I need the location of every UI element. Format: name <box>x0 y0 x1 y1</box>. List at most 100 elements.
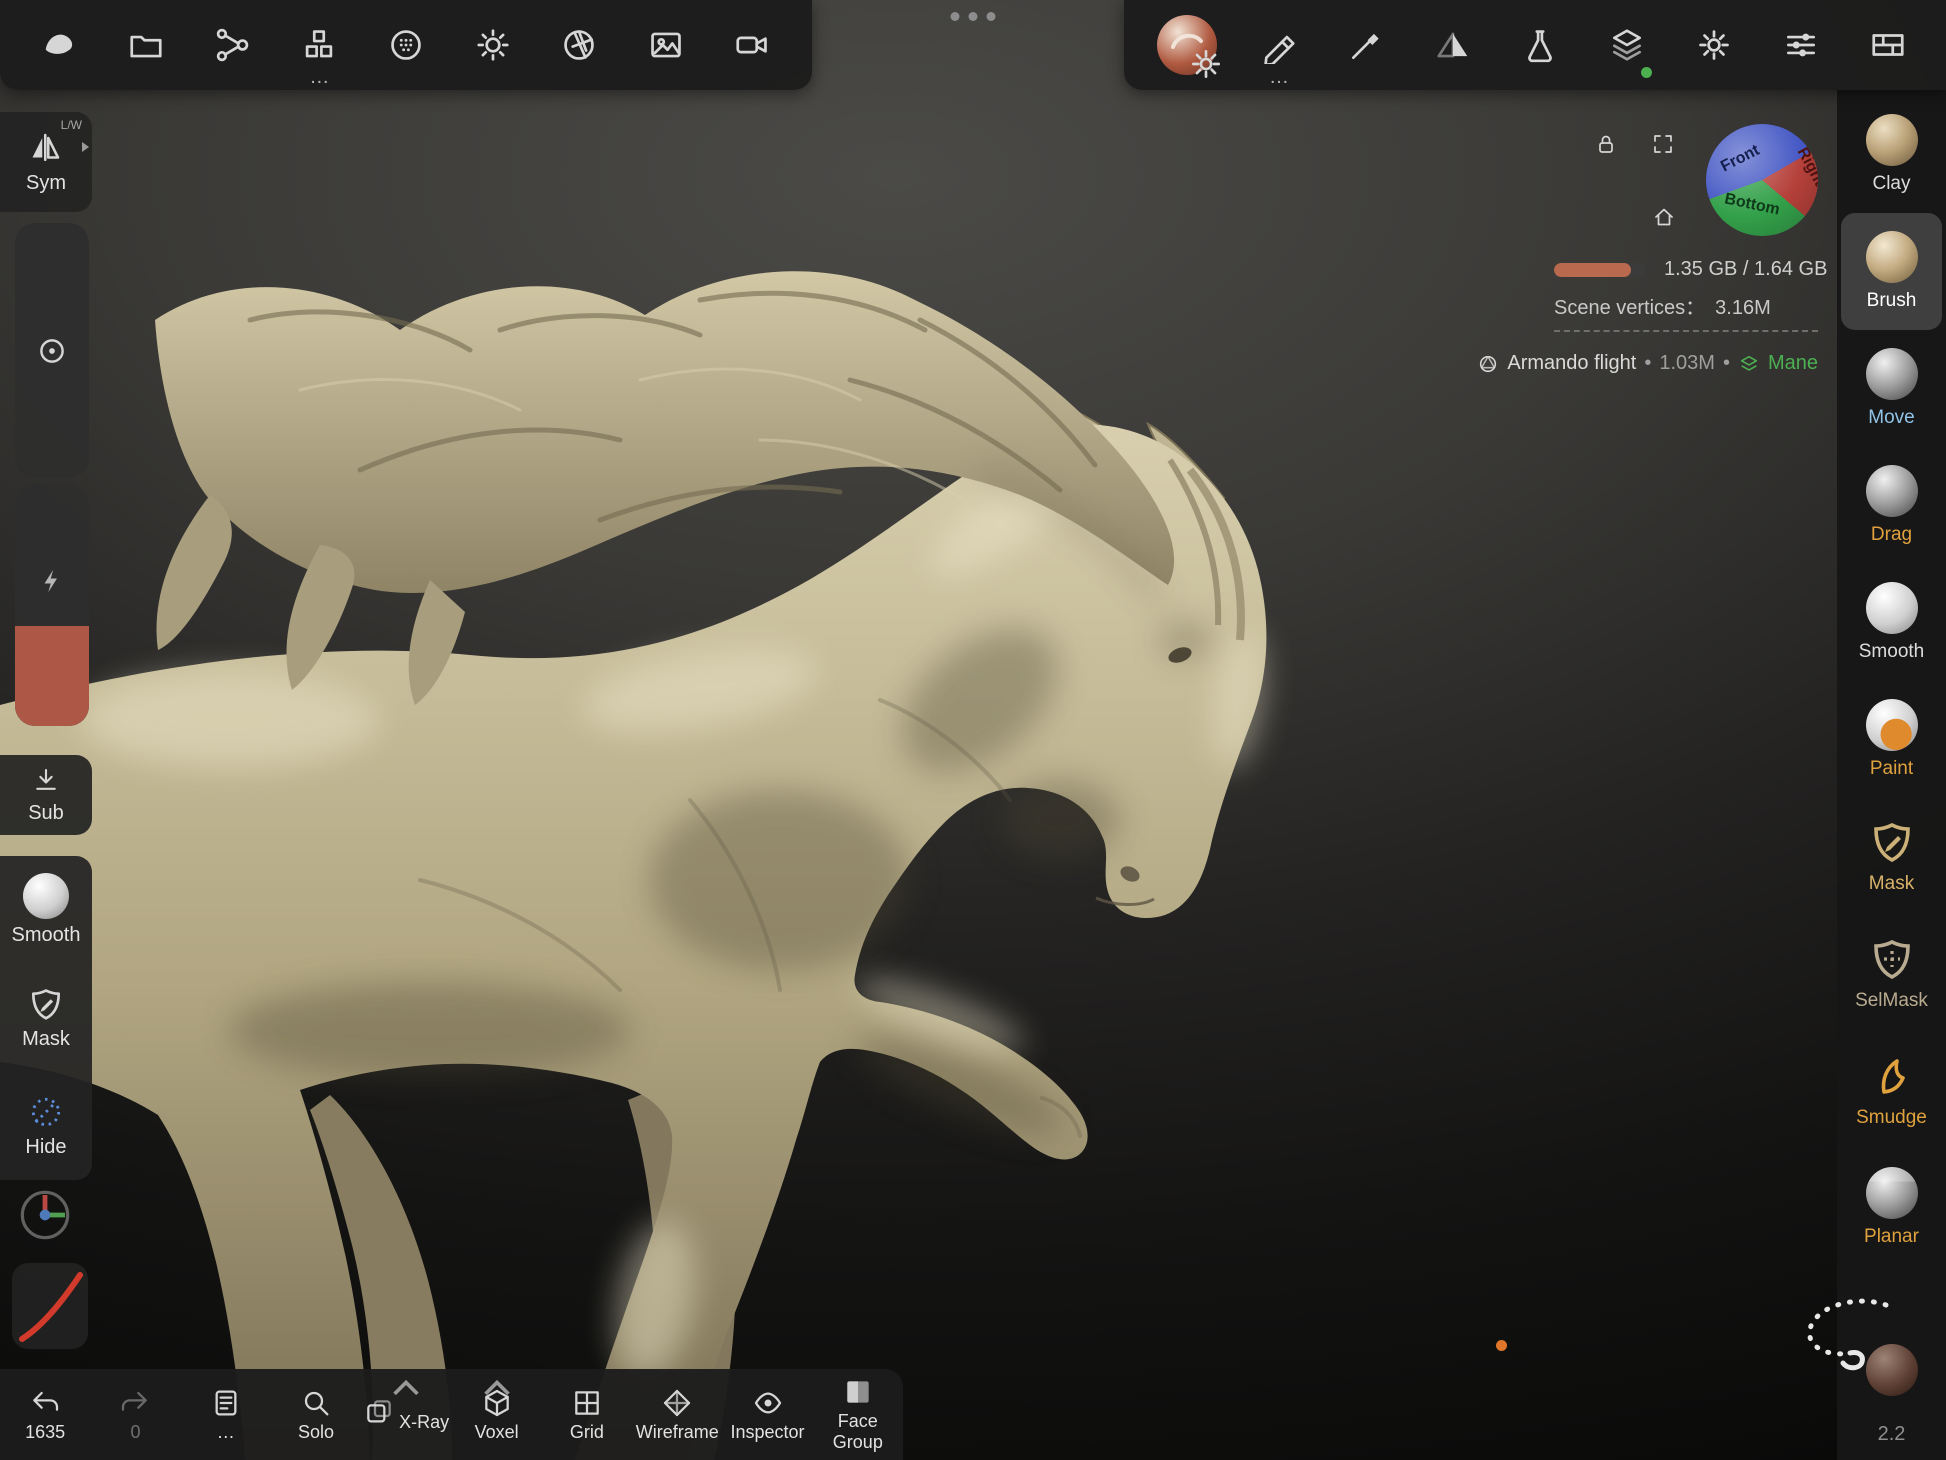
active-object-row[interactable]: Armando flight • 1.03M • Mane <box>1477 352 1818 375</box>
inspector-eye-icon <box>752 1387 784 1419</box>
window-handle-dots[interactable] <box>951 12 996 21</box>
stroke-icon <box>1260 26 1298 64</box>
home-view-button[interactable] <box>1646 199 1682 235</box>
grid-button[interactable]: Grid <box>542 1369 632 1460</box>
tool-smooth[interactable]: Smooth <box>1841 564 1942 681</box>
falloff-icon <box>1347 26 1385 64</box>
smooth-sphere-icon <box>23 873 69 919</box>
intensity-slider[interactable] <box>15 484 89 726</box>
sub-label: Sub <box>28 802 64 825</box>
tool-drag[interactable]: Drag <box>1841 447 1942 564</box>
layers-active-dot <box>1641 67 1652 78</box>
nav-cube-front-face[interactable]: Front <box>1718 142 1763 177</box>
planar-sphere-icon <box>1866 1167 1918 1219</box>
symmetry-icon <box>28 129 64 165</box>
tool-smudge[interactable]: Smudge <box>1841 1032 1942 1149</box>
dock-expand-caret[interactable] <box>82 142 89 152</box>
grid-icon <box>571 1387 603 1419</box>
home-icon <box>1652 202 1676 232</box>
solo-magnifier-icon <box>300 1387 332 1419</box>
image-button[interactable] <box>633 6 699 84</box>
tool-paint[interactable]: Paint <box>1841 681 1942 798</box>
scene-vertices-label: Scene vertices： <box>1554 297 1705 319</box>
primitives-more-dots: … <box>309 71 329 83</box>
tool-brush[interactable]: Brush <box>1841 213 1942 330</box>
tool-selmask[interactable]: SelMask <box>1841 915 1942 1032</box>
tool-clay[interactable]: Clay <box>1841 96 1942 213</box>
tool-paint-label: Paint <box>1870 758 1913 780</box>
mask-shield-icon <box>1868 818 1916 866</box>
lighting-button[interactable] <box>460 6 526 84</box>
radius-slider[interactable] <box>15 223 89 478</box>
postprocess-icon <box>560 26 598 64</box>
smooth-quick-label: Smooth <box>12 924 81 947</box>
files-card-button[interactable]: … <box>181 1369 271 1460</box>
settings-gear-icon <box>1695 26 1733 64</box>
symmetry-button[interactable]: L/W Sym <box>0 112 92 212</box>
scene-graph-button[interactable] <box>200 6 266 84</box>
falloff-curve-icon <box>12 1263 88 1349</box>
material-button[interactable] <box>1507 6 1573 84</box>
nomad-logo-button[interactable] <box>27 6 93 84</box>
interface-button[interactable] <box>1768 6 1834 84</box>
expand-caret-icon <box>481 1371 513 1403</box>
lw-tag: L/W <box>61 118 82 132</box>
lock-view-button[interactable] <box>1588 126 1624 162</box>
falloff-button[interactable] <box>1333 6 1399 84</box>
files-button[interactable] <box>113 6 179 84</box>
selmask-shield-icon <box>1868 935 1916 983</box>
xray-button[interactable]: X-Ray <box>361 1369 451 1460</box>
face-group-button[interactable]: Face Group <box>813 1369 903 1460</box>
tool-clay-label: Clay <box>1872 173 1910 195</box>
primitives-icon <box>300 26 338 64</box>
files-more-dots: … <box>217 1422 235 1443</box>
tool-mask[interactable]: Mask <box>1841 798 1942 915</box>
hide-quick-button[interactable]: Hide <box>0 1072 92 1180</box>
matcap-icon <box>387 26 425 64</box>
face-group-label: Face Group <box>813 1411 903 1453</box>
matcap-button[interactable] <box>373 6 439 84</box>
redo-button[interactable]: 0 <box>90 1369 180 1460</box>
background-button[interactable] <box>1855 6 1921 84</box>
mesh-sphere-icon <box>1477 353 1499 375</box>
tool-move[interactable]: Move <box>1841 330 1942 447</box>
smooth-quick-button[interactable]: Smooth <box>0 856 92 964</box>
active-tool-button[interactable] <box>1149 6 1225 84</box>
move-sphere-icon <box>1866 348 1918 400</box>
camera-button[interactable] <box>719 6 785 84</box>
settings-button[interactable] <box>1681 6 1747 84</box>
wireframe-button[interactable]: Wireframe <box>632 1369 722 1460</box>
separator-dot: • <box>1723 352 1730 375</box>
layers-button[interactable] <box>1594 6 1660 84</box>
gizmo-button[interactable] <box>13 1183 77 1247</box>
undo-button[interactable]: 1635 <box>0 1369 90 1460</box>
mask-quick-button[interactable]: Mask <box>0 964 92 1072</box>
files-card-icon <box>210 1387 242 1419</box>
stroke-button[interactable]: … <box>1246 6 1312 84</box>
nav-cube-bottom-face[interactable]: Bottom <box>1723 190 1782 219</box>
inspector-button[interactable]: Inspector <box>722 1369 812 1460</box>
sub-button[interactable]: Sub <box>0 755 92 835</box>
nav-cube[interactable]: Front Right Bottom <box>1706 124 1818 236</box>
falloff-curve-tile[interactable] <box>12 1263 88 1349</box>
postprocess-button[interactable] <box>546 6 612 84</box>
active-layer-name[interactable]: Mane <box>1768 352 1818 375</box>
files-icon <box>127 26 165 64</box>
wireframe-icon <box>661 1387 693 1419</box>
tool-smudge-label: Smudge <box>1856 1107 1927 1129</box>
undo-icon <box>29 1387 61 1419</box>
solo-button[interactable]: Solo <box>271 1369 361 1460</box>
sculpt-app-window: … … <box>0 0 1946 1460</box>
tool-move-label: Move <box>1868 407 1914 429</box>
tool-settings-gear-icon <box>1187 45 1225 83</box>
memory-usage: 1.35 GB / 1.64 GB <box>1554 258 1827 281</box>
clay-sphere-icon <box>1866 114 1918 166</box>
tool-planar[interactable]: Planar <box>1841 1149 1942 1266</box>
fullscreen-button[interactable] <box>1645 126 1681 162</box>
alpha-button[interactable] <box>1420 6 1486 84</box>
nomad-logo-icon <box>41 26 79 64</box>
layers-icon <box>1608 26 1646 64</box>
primitives-button[interactable]: … <box>286 6 352 84</box>
voxel-button[interactable]: Voxel <box>451 1369 541 1460</box>
intensity-lightning-icon <box>37 566 67 596</box>
